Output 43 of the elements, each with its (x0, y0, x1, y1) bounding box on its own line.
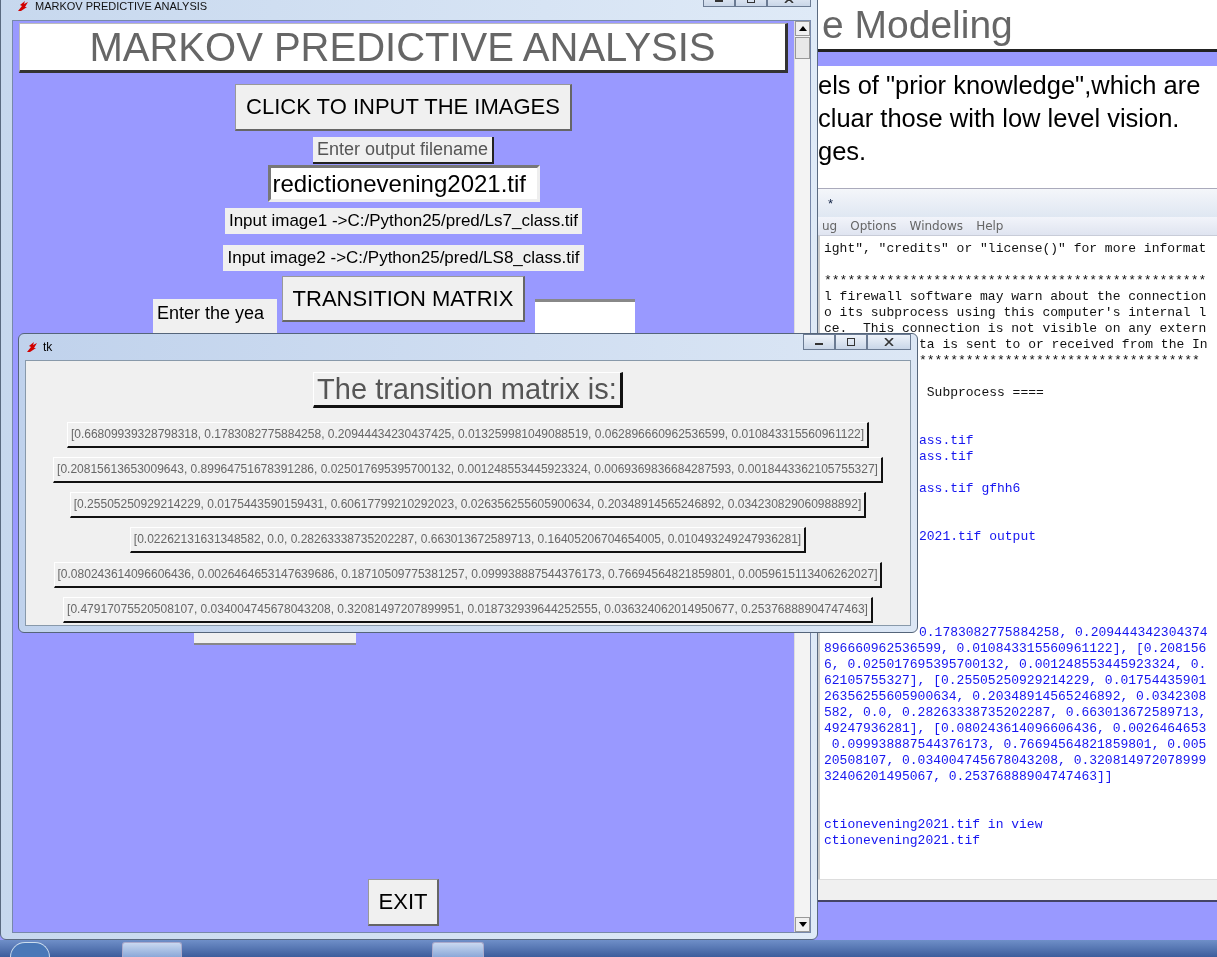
console-line: ass.tif (919, 433, 974, 448)
matrix-row-label: [0.25505250929214229, 0.0175443590159431, 0.60617799210292023, 0.026356255605900634, 0.20348914565246892, 0.034230829060988892] (69, 492, 867, 518)
console-line: 896660962536599, 0.010843315560961122], [0.208156 (824, 641, 1207, 656)
slide-text: els of "prior knowledge",which are (818, 70, 1201, 101)
console-line: ass.tif (919, 449, 974, 464)
console-line: ce. This connection is not visible on any extern (824, 321, 1207, 336)
console-line: 26356255605900634, 0.20348914565246892, 0.0342308 (824, 689, 1207, 704)
console-line: ************************************************* (824, 273, 1207, 288)
matrix-row-label: [0.66809939328798318, 0.1783082775884258, 0.20944434230437425, 0.013259981049088519, 0.062896660962536599, 0.010843315560961122] (66, 422, 870, 448)
window-title: * (828, 195, 834, 211)
console-line: ctionevening2021.tif in view (824, 817, 1043, 832)
console-line: ctionevening2021.tif (824, 833, 981, 848)
console-line: 32406201495067, 0.25376888904747463]] (824, 769, 1113, 784)
console-line: ass.tif gfhh6 (919, 481, 1021, 496)
console-line: 20508107, 0.034004745678043208, 0.320814972078999 (824, 753, 1207, 768)
matrix-row-label: [0.080243614096606436, 0.0026464653147639686, 0.18710509775381257, 0.099938887544376173, 0.76694564821859801, 0.0059615113406262027] (53, 562, 883, 588)
console-line: 6, 0.025017695395700132, 0.001248553445923324, 0. (824, 657, 1207, 672)
filename-label: Enter output filename (312, 137, 495, 164)
console-line: ta is sent to or received from the In (919, 337, 1208, 352)
matrix-heading: The transition matrix is: (313, 372, 623, 408)
slide-text: ges. (818, 136, 867, 167)
console-line: 62105755327], [0.25505250929214229, 0.01754435901 (824, 673, 1207, 688)
console-line: 49247936281], [0.080243614096606436, 0.0026464653 (824, 721, 1207, 736)
console-line: l firewall software may warn about the connection (824, 289, 1207, 304)
window-title: tk (43, 340, 53, 354)
matrix-row-label: [0.02262131631348582, 0.0, 0.28263338735202287, 0.663013672589713, 0.16405206704654005, 0.010493249247936281] (129, 527, 807, 553)
console-line: Subprocess ==== (925, 385, 1044, 400)
console-line: o its subprocess using this computer's internal l (824, 305, 1207, 320)
console-line: 0.1783082775884258, 0.209444342304374 (919, 625, 1208, 640)
console-line: 582, 0.0, 0.28263338735202287, 0.663013672589713, (824, 705, 1207, 720)
console-line: ight", "credits" or "license()" for more informat (824, 241, 1207, 256)
console-line: 2021.tif output (919, 529, 1037, 544)
image-path-label: Input image2 ->C:/Python25/pred/LS8_class.tif (223, 245, 584, 271)
image-path-label: Input image1 ->C:/Python25/pred/Ls7_class.tif (224, 208, 583, 234)
window-title: MARKOV PREDICTIVE ANALYSIS (35, 0, 208, 12)
matrix-row-label: [0.20815613653009643, 0.89964751678391286, 0.025017695395700132, 0.001248553445923324, 0.0069369836684287593, 0.0018443362105755327] (53, 457, 883, 483)
slide-title: e Modeling (821, 2, 1014, 48)
slide-text: cluar those with low level vision. (818, 103, 1180, 134)
console-line: ************************************ (919, 353, 1200, 368)
matrix-row-label: [0.47917075520508107, 0.034004745678043208, 0.32081497207899951, 0.018732939644252555, 0.036324062014950677, 0.25376888904747463] (63, 597, 873, 623)
year-label: Enter the yea (153, 299, 277, 333)
app-heading: MARKOV PREDICTIVE ANALYSIS (19, 23, 788, 73)
console-line: 0.099938887544376173, 0.76694564821859801, 0.005 (830, 737, 1207, 752)
